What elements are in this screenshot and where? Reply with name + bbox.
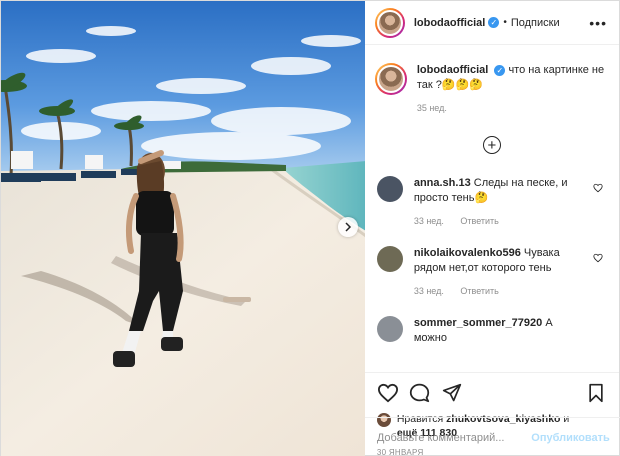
heart-icon[interactable] — [375, 380, 401, 406]
post-actions — [364, 372, 619, 412]
more-options-icon[interactable]: ••• — [589, 15, 607, 31]
like-comment-icon[interactable] — [593, 252, 603, 266]
beach-photo — [1, 1, 365, 456]
chevron-right-icon — [344, 222, 352, 232]
comments-list[interactable]: lobodaofficial ✓ что на картинке не так … — [365, 45, 619, 372]
comment-item: anna.sh.13 Следы на песке, и просто тень… — [365, 176, 619, 229]
commenter-avatar[interactable] — [376, 316, 403, 342]
bookmark-icon[interactable] — [583, 380, 609, 406]
add-comment-bar: Опубликовать — [364, 417, 620, 456]
comment-input[interactable] — [376, 431, 532, 444]
comment-time[interactable]: 33 нед. — [414, 216, 444, 226]
post-caption: lobodaofficial ✓ что на картинке не так … — [365, 45, 619, 116]
following-button[interactable]: Подписки — [511, 17, 560, 29]
separator-dot: • — [503, 17, 507, 28]
commenter-avatar[interactable] — [376, 246, 403, 272]
caption-time[interactable]: 35 нед. — [417, 103, 447, 113]
comment-item: nikolaikovalenko596 Чувака рядом нет,от … — [365, 246, 619, 299]
reply-button[interactable]: Ответить — [460, 216, 498, 226]
comment-icon[interactable] — [407, 380, 433, 406]
load-more-comments[interactable]: + — [365, 136, 619, 154]
plus-circle-icon[interactable]: + — [482, 136, 501, 154]
like-comment-icon[interactable] — [593, 182, 603, 196]
author-username[interactable]: lobodaofficial — [414, 17, 486, 29]
caption-avatar[interactable] — [374, 63, 407, 95]
author-avatar[interactable] — [374, 7, 405, 38]
verified-icon: ✓ — [494, 65, 506, 76]
post-header: lobodaofficial ✓ • Подписки ••• — [364, 1, 619, 45]
publish-button[interactable]: Опубликовать — [531, 432, 610, 444]
post-side-panel: lobodaofficial ✓ • Подписки ••• lobodaof… — [364, 1, 620, 456]
caption-username[interactable]: lobodaofficial — [417, 64, 489, 76]
share-icon[interactable] — [439, 380, 465, 406]
reply-button[interactable]: Ответить — [460, 286, 498, 296]
comment-username[interactable]: sommer_sommer_77920 — [414, 317, 542, 329]
comment-time[interactable]: 33 нед. — [414, 286, 444, 296]
post-photo[interactable] — [1, 1, 365, 456]
instagram-post: lobodaofficial ✓ • Подписки ••• lobodaof… — [0, 0, 620, 456]
commenter-avatar[interactable] — [376, 176, 403, 202]
verified-icon: ✓ — [488, 17, 500, 28]
comment-username[interactable]: nikolaikovalenko596 — [414, 247, 521, 259]
comment-username[interactable]: anna.sh.13 — [414, 177, 471, 189]
next-photo-button[interactable] — [338, 217, 358, 237]
comment-item: sommer_sommer_77920 А можно — [365, 316, 619, 346]
